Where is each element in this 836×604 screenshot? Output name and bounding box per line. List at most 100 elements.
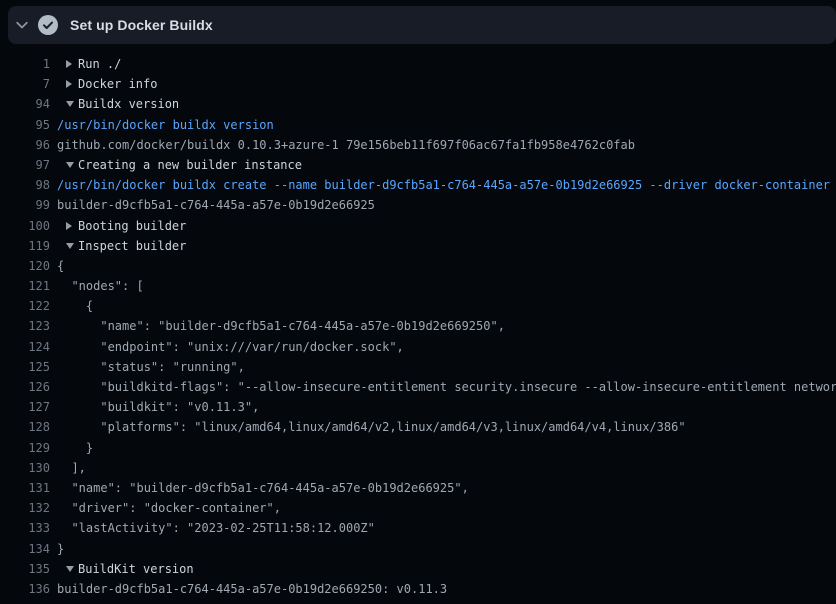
group-title: Docker info: [78, 74, 157, 94]
line-number-link[interactable]: 99: [0, 195, 50, 215]
log-text-line: "lastActivity": "2023-02-25T11:58:12.000…: [50, 518, 836, 538]
group-collapsed-icon: [66, 222, 78, 230]
line-number-link[interactable]: 125: [0, 357, 50, 377]
log-text-line: builder-d9cfb5a1-c764-445a-a57e-0b19d2e6…: [50, 195, 836, 215]
line-number-link[interactable]: 98: [0, 175, 50, 195]
log-text-line: }: [50, 438, 836, 458]
log-text-line: builder-d9cfb5a1-c764-445a-a57e-0b19d2e6…: [50, 579, 836, 599]
output-text: {: [57, 296, 93, 316]
log-line: 7 Docker info: [0, 74, 836, 94]
log-text-line: github.com/docker/buildx 0.10.3+azure-1 …: [50, 135, 836, 155]
output-text: ],: [57, 458, 86, 478]
line-number-link[interactable]: 122: [0, 296, 50, 316]
line-number-link[interactable]: 133: [0, 518, 50, 538]
output-text: }: [57, 438, 93, 458]
line-number-link[interactable]: 119: [0, 236, 50, 256]
log-group-toggle[interactable]: Docker info: [50, 74, 836, 94]
line-number-link[interactable]: 7: [0, 74, 50, 94]
line-number-link[interactable]: 120: [0, 256, 50, 276]
group-collapsed-icon: [66, 80, 78, 88]
log-line: 1Run ./: [0, 54, 836, 74]
output-text: github.com/docker/buildx 0.10.3+azure-1 …: [57, 135, 635, 155]
log-line: 135 BuildKit version: [0, 559, 836, 579]
line-number-link[interactable]: 134: [0, 539, 50, 559]
group-expanded-icon: [66, 566, 78, 572]
line-number-link[interactable]: 131: [0, 478, 50, 498]
line-number-link[interactable]: 1: [0, 54, 50, 74]
log-line: 127 "buildkit": "v0.11.3",: [0, 397, 836, 417]
log-text-line: }: [50, 539, 836, 559]
log-text-line: /usr/bin/docker buildx version: [50, 115, 836, 135]
line-number-link[interactable]: 129: [0, 438, 50, 458]
line-number-link[interactable]: 127: [0, 397, 50, 417]
output-text: "endpoint": "unix:///var/run/docker.sock…: [57, 337, 404, 357]
line-number-link[interactable]: 121: [0, 276, 50, 296]
log-line: 121 "nodes": [: [0, 276, 836, 296]
group-title: Buildx version: [78, 94, 179, 114]
group-expanded-icon: [66, 162, 78, 168]
line-number-link[interactable]: 130: [0, 458, 50, 478]
log-line: 128 "platforms": "linux/amd64,linux/amd6…: [0, 417, 836, 437]
log-line: 131 "name": "builder-d9cfb5a1-c764-445a-…: [0, 478, 836, 498]
log-line: 124 "endpoint": "unix:///var/run/docker.…: [0, 337, 836, 357]
triangle-glyph: [66, 162, 74, 168]
output-text: "driver": "docker-container",: [57, 498, 281, 518]
triangle-glyph: [66, 243, 74, 249]
step-header[interactable]: Set up Docker Buildx: [8, 6, 836, 44]
line-number-link[interactable]: 128: [0, 417, 50, 437]
group-title: Booting builder: [78, 216, 186, 236]
line-number-link[interactable]: 123: [0, 316, 50, 336]
output-text: "buildkit": "v0.11.3",: [57, 397, 259, 417]
line-number-link[interactable]: 100: [0, 216, 50, 236]
line-number-link[interactable]: 132: [0, 498, 50, 518]
line-number-link[interactable]: 96: [0, 135, 50, 155]
output-text: "nodes": [: [57, 276, 144, 296]
output-text: "status": "running",: [57, 357, 245, 377]
group-expanded-icon: [66, 101, 78, 107]
log-line: 129 }: [0, 438, 836, 458]
line-number-link[interactable]: 97: [0, 155, 50, 175]
log-line: 94 Buildx version: [0, 94, 836, 114]
log-group-toggle[interactable]: Run ./: [50, 54, 836, 74]
command-text: /usr/bin/docker buildx create --name bui…: [57, 175, 830, 195]
log-group-toggle[interactable]: Inspect builder: [50, 236, 836, 256]
log-lines-container: 1Run ./7Docker info94Buildx version95/us…: [0, 44, 836, 604]
output-text: {: [57, 256, 64, 276]
log-line: 95/usr/bin/docker buildx version: [0, 115, 836, 135]
line-number-link[interactable]: 94: [0, 94, 50, 114]
log-text-line: "platforms": "linux/amd64,linux/amd64/v2…: [50, 417, 836, 437]
log-text-line: "status": "running",: [50, 357, 836, 377]
log-line: 133 "lastActivity": "2023-02-25T11:58:12…: [0, 518, 836, 538]
group-title: BuildKit version: [78, 559, 194, 579]
log-line: 100 Booting builder: [0, 216, 836, 236]
log-line: 96 github.com/docker/buildx 0.10.3+azure-…: [0, 135, 836, 155]
group-title: Inspect builder: [78, 236, 186, 256]
log-text-line: "driver": "docker-container",: [50, 498, 836, 518]
log-text-line: "endpoint": "unix:///var/run/docker.sock…: [50, 337, 836, 357]
log-group-toggle[interactable]: BuildKit version: [50, 559, 836, 579]
line-number-link[interactable]: 124: [0, 337, 50, 357]
output-text: "name": "builder-d9cfb5a1-c764-445a-a57e…: [57, 478, 469, 498]
log-group-toggle[interactable]: Buildx version: [50, 94, 836, 114]
log-text-line: "buildkit": "v0.11.3",: [50, 397, 836, 417]
log-line: 132 "driver": "docker-container",: [0, 498, 836, 518]
log-text-line: {: [50, 296, 836, 316]
log-text-line: ],: [50, 458, 836, 478]
line-number-link[interactable]: 135: [0, 559, 50, 579]
triangle-glyph: [66, 566, 74, 572]
group-title: Creating a new builder instance: [78, 155, 302, 175]
line-number-link[interactable]: 136: [0, 579, 50, 599]
log-line: 126 "buildkitd-flags": "--allow-insecure…: [0, 377, 836, 397]
output-text: "platforms": "linux/amd64,linux/amd64/v2…: [57, 417, 686, 437]
log-line: 134}: [0, 539, 836, 559]
chevron-down-icon[interactable]: [14, 17, 30, 33]
log-text-line: {: [50, 256, 836, 276]
log-group-toggle[interactable]: Creating a new builder instance: [50, 155, 836, 175]
output-text: "name": "builder-d9cfb5a1-c764-445a-a57e…: [57, 316, 505, 336]
output-text: "lastActivity": "2023-02-25T11:58:12.000…: [57, 518, 375, 538]
line-number-link[interactable]: 95: [0, 115, 50, 135]
log-line: 123 "name": "builder-d9cfb5a1-c764-445a-…: [0, 316, 836, 336]
log-line: 130 ],: [0, 458, 836, 478]
log-group-toggle[interactable]: Booting builder: [50, 216, 836, 236]
line-number-link[interactable]: 126: [0, 377, 50, 397]
